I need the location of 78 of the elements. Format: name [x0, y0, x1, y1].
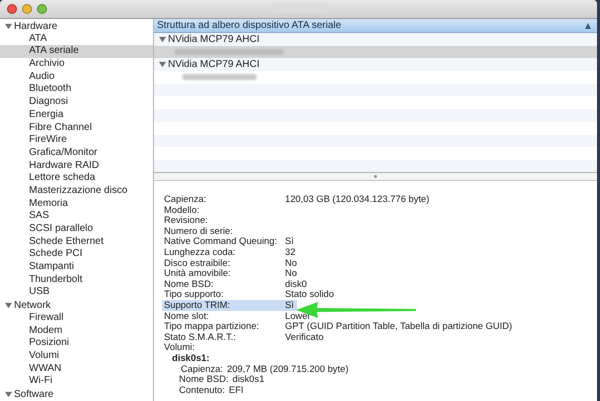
- sidebar-item[interactable]: Thunderbolt: [0, 274, 153, 286]
- property-label: Unità amovibile:: [163, 268, 232, 279]
- sidebar-item[interactable]: SCSI parallelo: [0, 223, 153, 236]
- sidebar-item[interactable]: Modem: [0, 324, 153, 338]
- property-value: Lower: [285, 310, 311, 322]
- selected-row[interactable]: Supporto TRIM: Sì: [162, 300, 297, 311]
- sidebar-item[interactable]: Lettore scheda: [0, 172, 153, 185]
- zoom-button[interactable]: [37, 4, 47, 14]
- property-label: Stato S.M.A.R.T.:: [163, 332, 236, 342]
- property-value: 209,7 MB (209.715.200 byte): [227, 364, 348, 374]
- property-value: disk0: [285, 278, 307, 290]
- property-label: Nome BSD:: [163, 278, 214, 290]
- sidebar-item[interactable]: Memoria: [0, 198, 153, 210]
- device-name[interactable]: NVidia MCP79 AHCI: [168, 34, 260, 45]
- property-label: Lunghezza coda:: [163, 246, 236, 258]
- disclosure-triangle-icon[interactable]: [159, 36, 166, 43]
- sidebar-item[interactable]: ATA seriale: [0, 45, 153, 58]
- disclosure-triangle-icon[interactable]: [159, 61, 166, 68]
- sidebar-item[interactable]: ATA: [0, 32, 153, 46]
- property-label: Capienza:: [163, 194, 208, 205]
- volume-name: disk0s1:: [172, 352, 210, 363]
- property-value: disk0s1: [232, 374, 264, 385]
- sidebar-item[interactable]: Archivio: [0, 58, 153, 71]
- sidebar-group[interactable]: Network: [14, 300, 51, 311]
- sidebar-item[interactable]: Energia: [0, 108, 153, 122]
- sidebar-item[interactable]: USB: [0, 286, 153, 300]
- property-value: Sì: [285, 236, 294, 247]
- property-label: Volumi:: [163, 342, 196, 353]
- minimize-button[interactable]: [22, 4, 32, 14]
- property-label: Revisione:: [163, 215, 209, 226]
- sidebar-item[interactable]: Volumi: [0, 350, 153, 363]
- sidebar-item[interactable]: Audio: [0, 70, 153, 84]
- sidebar-item[interactable]: WWAN: [0, 362, 153, 376]
- property-label: Tipo supporto:: [163, 289, 225, 300]
- property-label: Nome BSD:: [179, 374, 228, 385]
- property-label: Numero di serie:: [163, 226, 234, 236]
- property-value: GPT (GUID Partition Table, Tabella di partizione GUID): [285, 321, 512, 332]
- sidebar-item[interactable]: Bluetooth: [0, 83, 153, 96]
- property-value: Sì: [285, 300, 294, 311]
- sidebar-item[interactable]: Stampanti: [0, 261, 153, 274]
- sidebar-item[interactable]: Diagnosi: [0, 96, 153, 109]
- sidebar-item[interactable]: Wi-Fi: [0, 375, 153, 388]
- property-value: EFI: [228, 384, 244, 396]
- device-name[interactable]: NVidia MCP79 AHCI: [168, 59, 260, 70]
- sidebar-item[interactable]: Schede PCI: [0, 248, 153, 262]
- property-label: Native Command Queuing:: [163, 236, 278, 247]
- splitter-handle[interactable]: [374, 175, 377, 178]
- sidebar-item[interactable]: Hardware RAID: [0, 160, 153, 172]
- property-value: Verificato: [285, 332, 324, 342]
- property-label: Modello:: [163, 204, 200, 216]
- sidebar-item[interactable]: Posizioni: [0, 337, 153, 350]
- property-label: Supporto TRIM:: [163, 300, 232, 311]
- property-value: 32: [285, 246, 296, 258]
- disclosure-triangle-icon[interactable]: [5, 22, 12, 30]
- sidebar-item[interactable]: SAS: [0, 210, 153, 223]
- property-label: Tipo mappa partizione:: [163, 321, 260, 332]
- sidebar-item[interactable]: Firewall: [0, 312, 153, 324]
- sidebar-group[interactable]: Hardware: [14, 20, 58, 32]
- sidebar-item[interactable]: Masterizzazione disco: [0, 184, 153, 198]
- property-label: Disco estraibile:: [163, 258, 232, 268]
- disclosure-triangle-icon[interactable]: [5, 390, 12, 398]
- property-value: No: [285, 258, 297, 268]
- property-value: Stato solido: [285, 289, 334, 300]
- column-title: Struttura ad albero dispositivo ATA seriale: [157, 20, 342, 31]
- sidebar-item[interactable]: Grafica/Monitor: [0, 146, 153, 160]
- property-label: Nome slot:: [163, 310, 210, 322]
- sidebar-item[interactable]: FireWire: [0, 134, 153, 147]
- sort-ascending-icon: [585, 22, 591, 28]
- close-button[interactable]: [7, 4, 17, 14]
- sidebar-group[interactable]: Software: [14, 388, 54, 400]
- sidebar-item[interactable]: Fibre Channel: [0, 122, 153, 134]
- property-value: No: [285, 268, 297, 279]
- property-value: 120,03 GB (120.034.123.776 byte): [285, 194, 430, 205]
- column-header[interactable]: Struttura ad albero dispositivo ATA seriale: [154, 19, 597, 33]
- property-label: Capienza:: [180, 364, 223, 374]
- property-label: Contenuto:: [179, 384, 225, 396]
- sidebar-item[interactable]: Schede Ethernet: [0, 236, 153, 248]
- disclosure-triangle-icon[interactable]: [5, 302, 12, 309]
